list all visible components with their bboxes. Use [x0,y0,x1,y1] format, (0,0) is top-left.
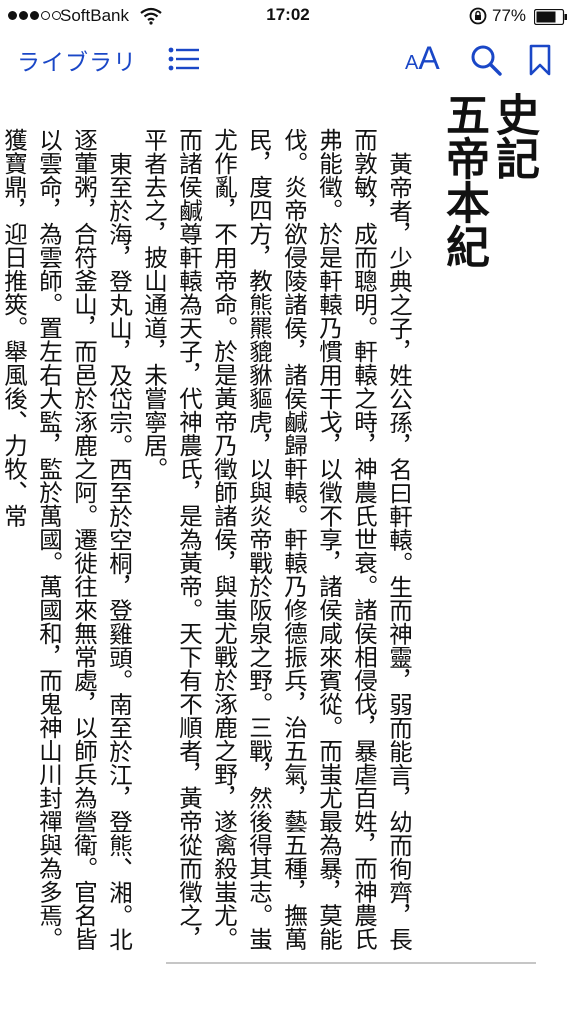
toc-icon[interactable] [168,46,200,76]
font-small-label: A [405,52,419,74]
font-size-button[interactable]: AA [405,40,440,77]
chapter-title: 史記 五帝本紀 [438,92,539,432]
search-icon[interactable] [470,44,502,80]
bookmark-icon[interactable] [528,44,552,80]
library-button[interactable]: ライブラリ [17,43,137,77]
status-time: 17:02 [266,5,310,24]
battery-icon [533,8,568,29]
book-title: 史記 [488,92,539,180]
paragraph: 黃帝者，少典之子，姓公孫，名曰軒轅。生而神靈，弱而能言，幼而徇齊，長而敦敏，成而… [140,128,413,951]
status-bar: SoftBank 17:02 77% [0,0,576,34]
rotation-lock-icon [468,6,488,30]
battery-percentage: 77% [492,6,527,25]
navigation-bar: ライブラリ AA [0,34,576,90]
page-text[interactable]: 黃帝者，少典之子，姓公孫，名曰軒轅。生而神靈，弱而能言，幼而徇齊，長而敦敏，成而… [0,128,416,968]
paragraph: 東至於海，登丸山，及岱宗。西至於空桐，登雞頭。南至於江，登熊、湘。北逐葷粥，合符… [0,128,133,951]
chapter-name: 五帝本紀 [438,92,489,268]
page-divider [166,962,536,964]
font-large-label: A [418,40,440,76]
